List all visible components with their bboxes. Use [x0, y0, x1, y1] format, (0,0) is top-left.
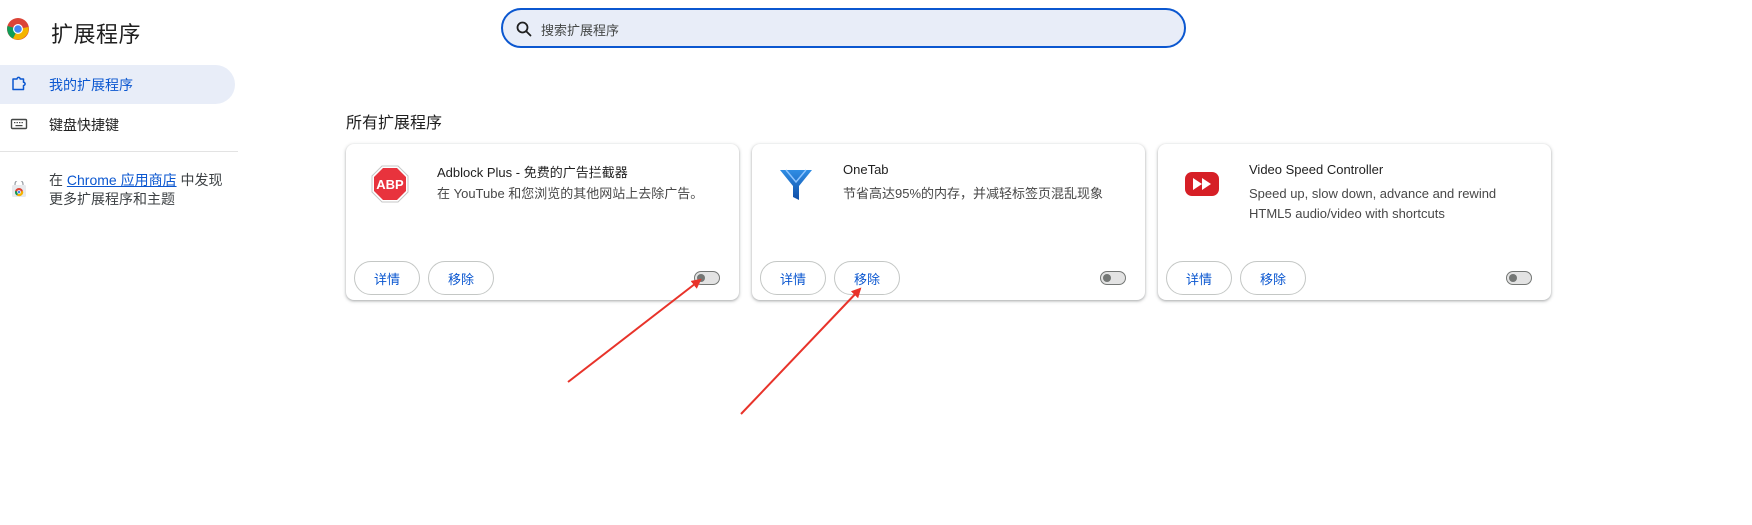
extension-card-video-speed-controller: Video Speed Controller Speed up, slow do…	[1158, 144, 1551, 300]
sidebar-item-keyboard-shortcuts[interactable]: 键盘快捷键	[0, 105, 235, 144]
extension-description: Speed up, slow down, advance and rewind …	[1249, 186, 1497, 221]
onetab-funnel-icon	[776, 164, 816, 204]
chrome-logo-icon	[6, 17, 30, 41]
chrome-web-store-link[interactable]: Chrome 应用商店	[67, 172, 177, 188]
search-input[interactable]	[539, 17, 1163, 43]
sidebar-divider	[0, 151, 238, 152]
extension-icon	[10, 75, 28, 93]
enable-toggle[interactable]	[1100, 271, 1126, 285]
extension-name: Video Speed Controller	[1249, 162, 1384, 177]
section-title: 所有扩展程序	[346, 115, 443, 132]
svg-text:ABP: ABP	[376, 177, 404, 192]
annotation-arrow-remove	[740, 287, 862, 415]
extension-description: 在 YouTube 和您浏览的其他网站上去除广告。	[437, 186, 704, 201]
extension-card-onetab: OneTab 节省高达95%的内存，并减轻标签页混乱现象 详情 移除	[752, 144, 1145, 300]
enable-toggle[interactable]	[1506, 271, 1532, 285]
toggle-knob	[1103, 274, 1111, 282]
sidebar-item-label: 我的扩展程序	[49, 76, 133, 93]
details-button[interactable]: 详情	[760, 261, 826, 295]
remove-button[interactable]: 移除	[1240, 261, 1306, 295]
remove-button[interactable]: 移除	[428, 261, 494, 295]
extension-description: 节省高达95%的内存，并减轻标签页混乱现象	[843, 186, 1104, 201]
enable-toggle[interactable]	[694, 271, 720, 285]
chrome-web-store-icon	[10, 179, 28, 199]
details-button[interactable]: 详情	[1166, 261, 1232, 295]
toggle-knob	[697, 274, 705, 282]
keyboard-icon	[10, 115, 28, 133]
abp-icon: ABP	[370, 164, 410, 204]
search-icon	[516, 21, 532, 37]
extension-card-adblock-plus: ABP Adblock Plus - 免费的广告拦截器 在 YouTube 和您…	[346, 144, 739, 300]
sidebar-item-label: 键盘快捷键	[49, 116, 119, 133]
web-store-promo: 在 Chrome 应用商店 中发现更多扩展程序和主题	[49, 171, 234, 209]
extensions-page: 扩展程序 我的扩展程序	[0, 0, 1752, 525]
page-title: 扩展程序	[51, 22, 142, 47]
sidebar-item-my-extensions[interactable]: 我的扩展程序	[0, 65, 235, 104]
extension-name: Adblock Plus - 免费的广告拦截器	[437, 165, 628, 180]
store-prefix: 在	[49, 172, 67, 188]
search-bar[interactable]	[501, 8, 1186, 48]
remove-button[interactable]: 移除	[834, 261, 900, 295]
details-button[interactable]: 详情	[354, 261, 420, 295]
toggle-knob	[1509, 274, 1517, 282]
fast-forward-icon	[1182, 164, 1222, 204]
extension-name: OneTab	[843, 162, 889, 177]
